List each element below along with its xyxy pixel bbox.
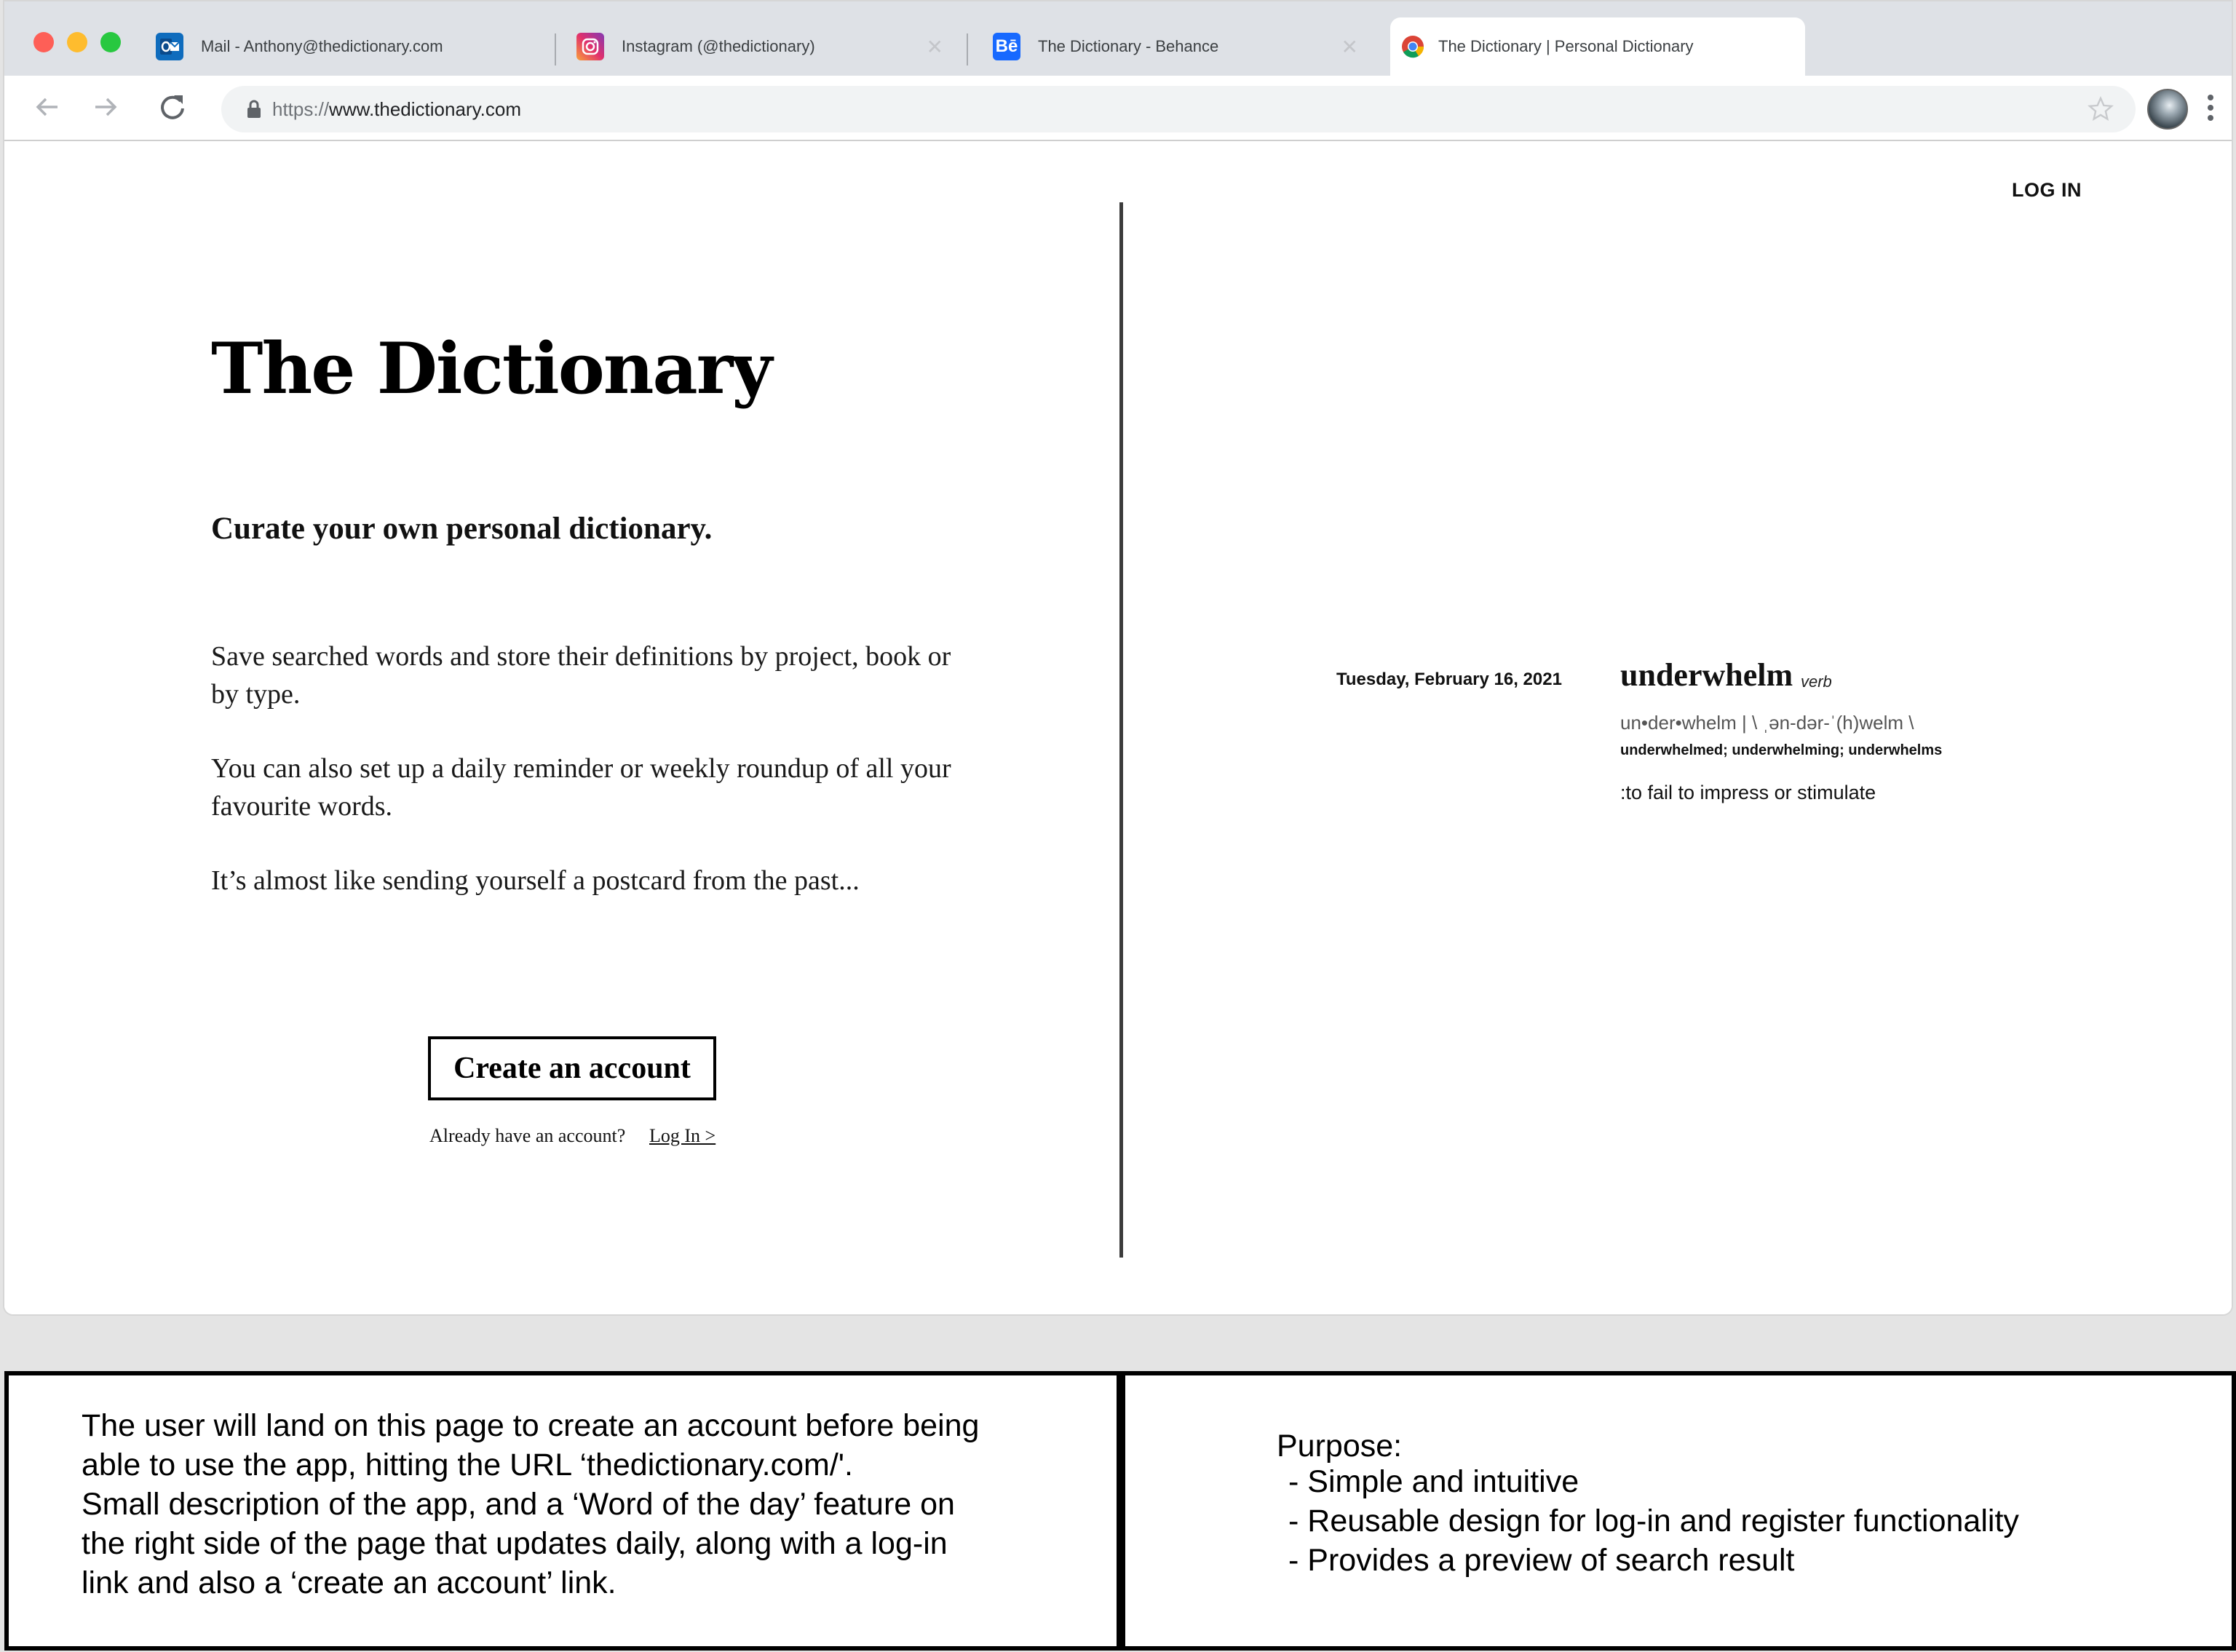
purpose-item: - Provides a preview of search result: [1288, 1543, 1795, 1578]
bookmark-star-icon: [2088, 96, 2114, 121]
lock-icon: [247, 100, 261, 118]
word-of-day-definition: :to fail to impress or stimulate: [1620, 782, 1876, 803]
minimize-window-button[interactable]: [67, 32, 87, 52]
url-text: https://www.thedictionary.com: [272, 98, 521, 120]
back-button[interactable]: [29, 89, 66, 125]
login-link[interactable]: LOG IN: [2012, 179, 2082, 202]
outlook-icon: [156, 33, 183, 60]
annotation-line: the right side of the page that updates …: [82, 1526, 948, 1561]
vertical-divider: [1119, 202, 1123, 1258]
annotation-line: link and also a ‘create an account’ link…: [82, 1565, 617, 1600]
address-bar[interactable]: https://www.thedictionary.com: [221, 86, 2136, 132]
arrow-left-icon: [36, 98, 58, 116]
reload-icon: [161, 95, 184, 119]
forward-button[interactable]: [87, 89, 124, 125]
annotation-line: Small description of the app, and a ‘Wor…: [82, 1487, 955, 1522]
close-tab-icon[interactable]: ✕: [1341, 35, 1358, 59]
word-of-day-word: underwhelm: [1620, 657, 1793, 693]
tab-label: The Dictionary | Personal Dictionary: [1438, 37, 1694, 55]
tab-label: Mail - Anthony@thedictionary.com: [201, 37, 443, 55]
purpose-item: - Simple and intuitive: [1288, 1464, 1579, 1499]
chrome-icon: [1399, 33, 1427, 60]
landing-page: LOG IN The Dictionary Curate your own pe…: [4, 141, 2232, 1314]
profile-avatar[interactable]: [2147, 89, 2188, 130]
word-of-day-pronunciation: un•der•whelm | \ ˌən-dər-ˈ(h)welm \: [1620, 712, 1914, 734]
have-account-text: Already have an account?: [429, 1125, 626, 1146]
arrow-right-icon: [95, 98, 117, 116]
description-paragraph: You can also set up a daily reminder or …: [211, 753, 951, 822]
tab-behance[interactable]: Bē The Dictionary - Behance ✕: [993, 17, 1365, 76]
purpose-item: - Reusable design for log-in and registe…: [1288, 1504, 2019, 1538]
behance-icon: Bē: [993, 33, 1020, 60]
page-title: The Dictionary: [211, 327, 772, 410]
tab-mail[interactable]: Mail - Anthony@thedictionary.com: [156, 17, 549, 76]
browser-window: Mail - Anthony@thedictionary.com Instagr…: [3, 0, 2233, 1316]
word-of-day-forms: underwhelmed; underwhelming; underwhelms: [1620, 742, 1943, 758]
tab-strip: Mail - Anthony@thedictionary.com Instagr…: [4, 1, 2232, 76]
description-paragraph: Save searched words and store their defi…: [211, 641, 951, 710]
tab-label: The Dictionary - Behance: [1038, 37, 1219, 55]
annotation-line: able to use the app, hitting the URL ‘th…: [82, 1448, 853, 1482]
reload-button[interactable]: [154, 89, 191, 125]
annotation-description-box: The user will land on this page to creat…: [4, 1371, 1121, 1651]
login-inline-link[interactable]: Log In >: [649, 1125, 715, 1147]
close-tab-icon[interactable]: ✕: [927, 35, 943, 59]
purpose-title: Purpose:: [1277, 1429, 1403, 1464]
create-account-button[interactable]: Create an account: [428, 1036, 716, 1100]
tab-label: Instagram (@thedictionary): [622, 37, 815, 55]
browser-menu-icon[interactable]: [2205, 92, 2216, 127]
tab-separator: [555, 33, 556, 65]
maximize-window-button[interactable]: [100, 32, 121, 52]
tab-instagram[interactable]: Instagram (@thedictionary) ✕: [576, 17, 951, 76]
tab-separator: [967, 33, 968, 65]
annotation-line: The user will land on this page to creat…: [82, 1408, 980, 1443]
tab-dictionary[interactable]: The Dictionary | Personal Dictionary: [1390, 17, 1805, 76]
word-of-day-date: Tuesday, February 16, 2021: [1336, 670, 1562, 689]
close-window-button[interactable]: [33, 32, 54, 52]
annotation-purpose-box: Purpose: - Simple and intuitive - Reusab…: [1121, 1371, 2236, 1651]
browser-toolbar: https://www.thedictionary.com: [4, 76, 2232, 141]
tagline: Curate your own personal dictionary.: [211, 512, 713, 546]
word-of-day-part-of-speech: verb: [1801, 672, 1832, 691]
instagram-icon: [576, 33, 604, 60]
description-paragraph: It’s almost like sending yourself a post…: [211, 865, 860, 896]
annotation-description: The user will land on this page to creat…: [82, 1406, 1086, 1603]
